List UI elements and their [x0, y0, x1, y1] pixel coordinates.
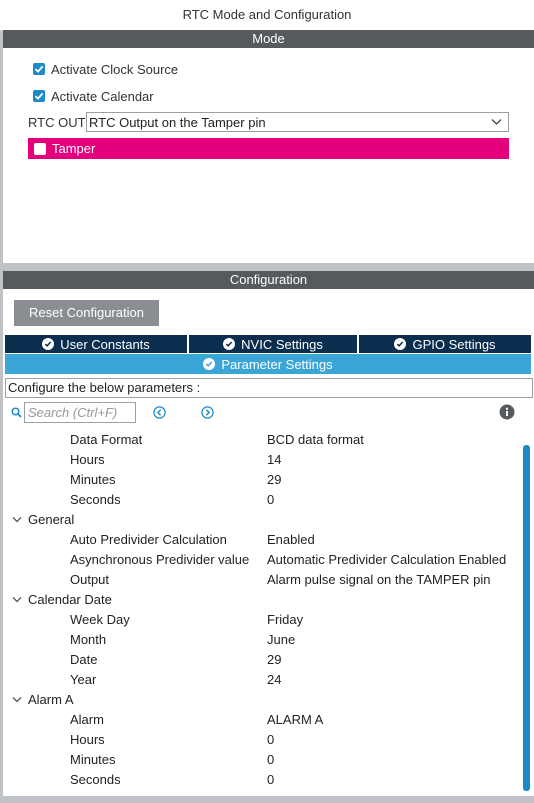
tamper-checkbox-row[interactable]: Tamper: [28, 138, 509, 159]
parameter-value[interactable]: 0: [267, 770, 274, 790]
parameter-label: Minutes: [70, 472, 116, 487]
parameter-group-label: Calendar Date: [28, 592, 112, 607]
parameter-value[interactable]: Alarm pulse signal on the TAMPER pin: [267, 570, 491, 590]
reset-configuration-button[interactable]: Reset Configuration: [14, 300, 159, 326]
check-circle-icon: [223, 338, 236, 350]
parameter-value[interactable]: 24: [267, 670, 281, 690]
activate-calendar-checkbox[interactable]: Activate Calendar: [33, 87, 154, 105]
activate-clock-source-label: Activate Clock Source: [51, 61, 179, 77]
scrollbar-thumb[interactable]: [523, 445, 530, 791]
configuration-header: Configuration: [3, 271, 534, 289]
activate-calendar-label: Activate Calendar: [51, 88, 154, 104]
parameter-value[interactable]: June: [267, 630, 295, 650]
parameter-label: Hours: [70, 452, 105, 467]
reset-configuration-label: Reset Configuration: [29, 305, 144, 320]
parameter-label: Seconds: [70, 492, 121, 507]
rtc-out-label: RTC OUT: [28, 115, 86, 130]
search-input[interactable]: Search (Ctrl+F): [24, 402, 136, 423]
tab-nvic-settings[interactable]: NVIC Settings: [189, 335, 357, 353]
tab-gpio-settings[interactable]: GPIO Settings: [359, 335, 531, 353]
parameter-value[interactable]: 29: [267, 470, 281, 490]
parameters-description: Configure the below parameters :: [5, 378, 533, 398]
mode-header-label: Mode: [252, 31, 285, 46]
parameter-label: Data Format: [70, 432, 143, 447]
parameter-value[interactable]: 0: [267, 490, 274, 510]
tamper-label: Tamper: [52, 141, 96, 156]
checkbox-unchecked-icon: [34, 142, 46, 155]
next-result-icon[interactable]: [201, 406, 214, 419]
checkbox-checked-icon: [33, 90, 45, 102]
checkbox-checked-icon: [33, 63, 45, 75]
tab-label: GPIO Settings: [412, 336, 496, 352]
chevron-down-icon[interactable]: [12, 516, 22, 524]
tab-user-constants[interactable]: User Constants: [5, 335, 187, 353]
parameter-group-label: General: [28, 512, 75, 527]
parameter-value[interactable]: Automatic Predivider Calculation Enabled: [267, 550, 506, 570]
parameter-label: Hours: [70, 732, 105, 747]
search-placeholder: Search (Ctrl+F): [28, 405, 118, 420]
parameter-label: Month: [70, 632, 107, 647]
rtc-out-select[interactable]: RTC Output on the Tamper pin: [86, 112, 509, 132]
parameter-value[interactable]: 14: [267, 450, 281, 470]
parameter-label: Alarm: [70, 712, 104, 727]
parameter-label: Week Day: [70, 612, 130, 627]
chevron-down-icon: [491, 119, 502, 125]
parameter-value[interactable]: 0: [267, 730, 274, 750]
configuration-header-label: Configuration: [229, 272, 308, 287]
info-icon[interactable]: [499, 404, 515, 420]
parameter-label: Minutes: [70, 752, 116, 767]
chevron-down-icon[interactable]: [12, 696, 22, 704]
search-icon: [11, 407, 22, 418]
parameter-value[interactable]: BCD data format: [267, 430, 364, 450]
tab-label: Parameter Settings: [221, 356, 333, 372]
tab-label: User Constants: [60, 336, 150, 352]
parameter-value[interactable]: Friday: [267, 610, 303, 630]
parameter-label: Asynchronous Predivider value: [70, 552, 250, 567]
parameter-group-label: Alarm A: [28, 692, 74, 707]
parameter-list: Data Format BCD data format Hours 14 Minutes…: [5, 430, 517, 796]
parameter-value[interactable]: ALARM A: [267, 710, 323, 730]
previous-result-icon[interactable]: [153, 406, 166, 419]
check-circle-icon: [394, 338, 407, 350]
check-circle-icon: [42, 338, 55, 350]
window-title: RTC Mode and Configuration: [182, 7, 352, 22]
parameter-value[interactable]: 0: [267, 750, 274, 770]
parameter-label: Date: [70, 652, 98, 667]
mode-header: Mode: [3, 30, 534, 48]
parameter-label: Year: [70, 672, 97, 687]
description-text: Configure the below parameters :: [8, 380, 201, 395]
parameter-label: Output: [70, 572, 110, 587]
check-circle-icon: [203, 358, 216, 370]
parameter-label: Auto Predivider Calculation: [70, 532, 227, 547]
rtc-out-select-value: RTC Output on the Tamper pin: [89, 114, 266, 130]
parameter-value[interactable]: Enabled: [267, 530, 315, 550]
tab-parameter-settings[interactable]: Parameter Settings: [5, 354, 531, 374]
parameter-value[interactable]: 29: [267, 650, 281, 670]
parameter-label: Seconds: [70, 772, 121, 787]
window-title-bar: RTC Mode and Configuration: [0, 0, 534, 31]
tab-label: NVIC Settings: [241, 336, 323, 352]
chevron-down-icon[interactable]: [12, 596, 22, 604]
activate-clock-source-checkbox[interactable]: Activate Clock Source: [33, 60, 178, 78]
